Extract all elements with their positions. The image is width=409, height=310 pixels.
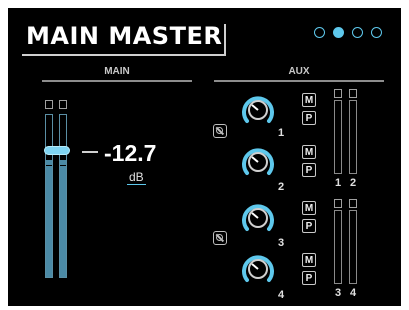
main-meter-left [45,114,53,278]
main-section-label: MAIN [104,66,130,77]
aux-section-label: AUX [288,66,310,77]
aux-3-meter-clip [334,199,342,208]
main-section-divider [42,80,192,82]
page-indicator [314,27,382,38]
main-fader-unit[interactable]: dB [127,170,146,185]
page-dot-1[interactable] [314,27,325,38]
main-meter-right [59,114,67,278]
page-title: MAIN MASTER [26,22,223,50]
aux-2-meter-clip [349,89,357,98]
title-frame-edge [224,24,226,56]
aux-1-meter [334,100,342,174]
aux-3-meter [334,210,342,284]
main-meter-left-level [46,160,52,277]
aux-4-meter [349,210,357,284]
aux-3-pre-button[interactable]: P [302,219,316,233]
main-master-panel: MAIN MASTER MAIN -12.7 dB AUX 1 2 3 4 M … [8,8,401,306]
aux-4-pre-button[interactable]: P [302,271,316,285]
aux-section-divider [214,80,384,82]
aux-3-4-link-icon[interactable] [213,231,227,245]
main-meter-clip-left [45,100,53,109]
page-dot-2[interactable] [333,27,344,38]
main-meter-clip-right [59,100,67,109]
aux-2-knob[interactable] [240,144,276,180]
aux-4-knob[interactable] [240,251,276,287]
aux-2-meter [349,100,357,174]
page-dot-3[interactable] [352,27,363,38]
page-dot-4[interactable] [371,27,382,38]
aux-meter-4-label: 4 [350,287,357,299]
aux-meter-2-label: 2 [350,177,357,189]
meter-tick [60,165,66,166]
meter-tick [46,165,52,166]
aux-1-meter-clip [334,89,342,98]
aux-1-number: 1 [278,127,285,139]
aux-3-number: 3 [278,237,285,249]
fader-value-leader [82,151,98,153]
aux-2-number: 2 [278,181,285,193]
aux-meter-1-label: 1 [335,177,342,189]
aux-3-knob[interactable] [240,200,276,236]
aux-meter-3-label: 3 [335,287,342,299]
aux-2-mute-button[interactable]: M [302,145,316,159]
aux-3-mute-button[interactable]: M [302,201,316,215]
aux-2-pre-button[interactable]: P [302,163,316,177]
aux-4-number: 4 [278,289,285,301]
main-fader-value[interactable]: -12.7 [104,140,156,167]
aux-4-meter-clip [349,199,357,208]
aux-4-mute-button[interactable]: M [302,253,316,267]
aux-1-knob[interactable] [240,92,276,128]
aux-1-2-link-icon[interactable] [213,124,227,138]
main-meter-right-level [60,160,66,277]
main-fader-handle[interactable] [44,146,70,155]
aux-1-pre-button[interactable]: P [302,111,316,125]
title-underline [22,54,224,56]
aux-1-mute-button[interactable]: M [302,93,316,107]
